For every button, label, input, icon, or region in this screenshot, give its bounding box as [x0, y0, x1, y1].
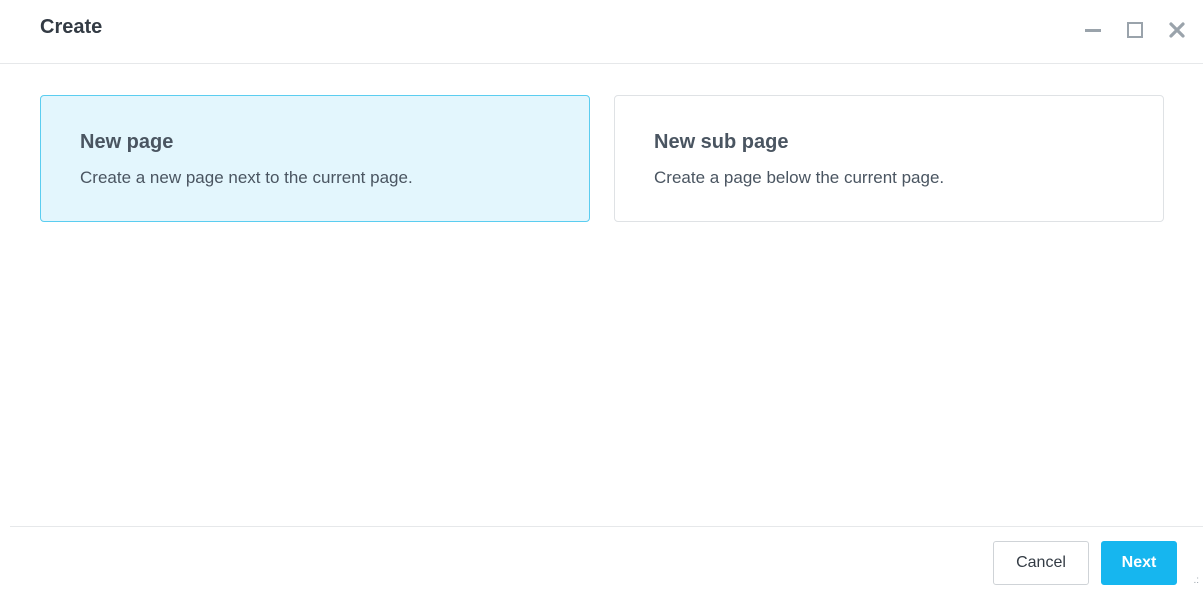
dialog-header: Create	[0, 0, 1203, 64]
dialog-title: Create	[40, 16, 103, 38]
close-icon	[1169, 22, 1185, 38]
resize-handle-icon[interactable]: .:	[1193, 576, 1199, 586]
option-description: Create a page below the current page.	[654, 168, 945, 187]
create-dialog: Create New page Create a new page next t…	[0, 0, 1203, 590]
dialog-body: New page Create a new page next to the c…	[0, 64, 1203, 526]
option-title: New sub page	[654, 131, 789, 153]
window-controls	[1083, 18, 1187, 42]
next-button[interactable]: Next	[1101, 541, 1177, 585]
cancel-button[interactable]: Cancel	[993, 541, 1089, 585]
dialog-footer: Cancel Next	[10, 526, 1203, 590]
minimize-button[interactable]	[1083, 18, 1103, 42]
minimize-icon	[1085, 29, 1101, 32]
maximize-button[interactable]	[1125, 18, 1145, 42]
close-button[interactable]	[1167, 18, 1187, 42]
option-description: Create a new page next to the current pa…	[80, 168, 413, 187]
option-new-sub-page[interactable]: New sub page Create a page below the cur…	[614, 95, 1164, 222]
maximize-icon	[1127, 22, 1143, 38]
option-title: New page	[80, 131, 174, 153]
option-new-page[interactable]: New page Create a new page next to the c…	[40, 95, 590, 222]
